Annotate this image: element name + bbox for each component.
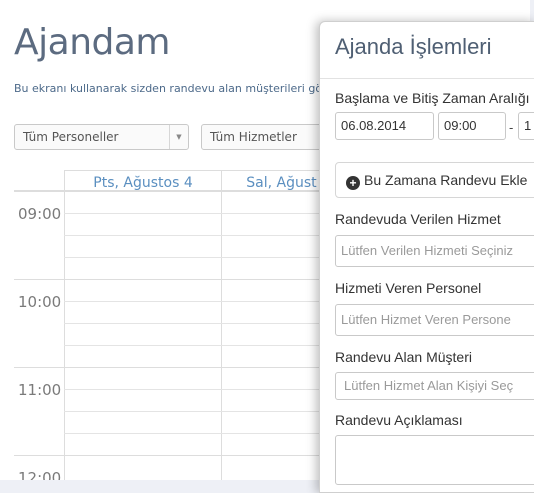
panel-divider [320,78,534,79]
agenda-actions-panel: Ajanda İşlemleri Başlama ve Bitiş Zaman … [319,21,534,493]
note-textarea[interactable] [335,435,534,485]
add-appointment-label: Bu Zamana Randevu Ekle [364,172,528,188]
staff-select[interactable]: Lütfen Hizmet Veren Persone [335,304,534,336]
page-title: Ajandam [14,22,171,63]
range-separator: - [509,120,514,135]
staff-filter-select[interactable]: Tüm Personeller ▼ [14,124,189,150]
plus-circle-icon: + [346,176,360,190]
time-label-1200: 12:00 [18,469,62,480]
page-description: Bu ekranı kullanarak sizden randevu alan… [14,82,327,95]
customer-select[interactable]: Lütfen Hizmet Alan Kişiyi Seç [335,372,534,400]
time-label-1000: 10:00 [18,293,62,311]
customer-label: Randevu Alan Müşteri [335,349,472,365]
note-label: Randevu Açıklaması [335,412,463,428]
start-time-input[interactable]: 09:00 [438,112,506,140]
panel-title: Ajanda İşlemleri [335,34,492,59]
service-filter-value: Tüm Hizmetler [210,130,297,144]
end-date-input[interactable]: 1 [518,112,534,140]
day-header-1[interactable]: Pts, Ağustos 4 [64,171,221,191]
service-select[interactable]: Lütfen Verilen Hizmeti Seçiniz [335,235,534,267]
service-label: Randevuda Verilen Hizmet [335,211,501,227]
time-label-1100: 11:00 [18,381,62,399]
staff-filter-value: Tüm Personeller [23,130,119,144]
add-appointment-button[interactable]: + Bu Zamana Randevu Ekle [335,162,534,198]
time-label-0900: 09:00 [18,205,62,223]
time-range-label: Başlama ve Bitiş Zaman Aralığı [335,90,530,106]
chevron-down-icon: ▼ [169,125,188,149]
start-date-input[interactable]: 06.08.2014 [335,112,434,140]
staff-label: Hizmeti Veren Personel [335,280,482,296]
